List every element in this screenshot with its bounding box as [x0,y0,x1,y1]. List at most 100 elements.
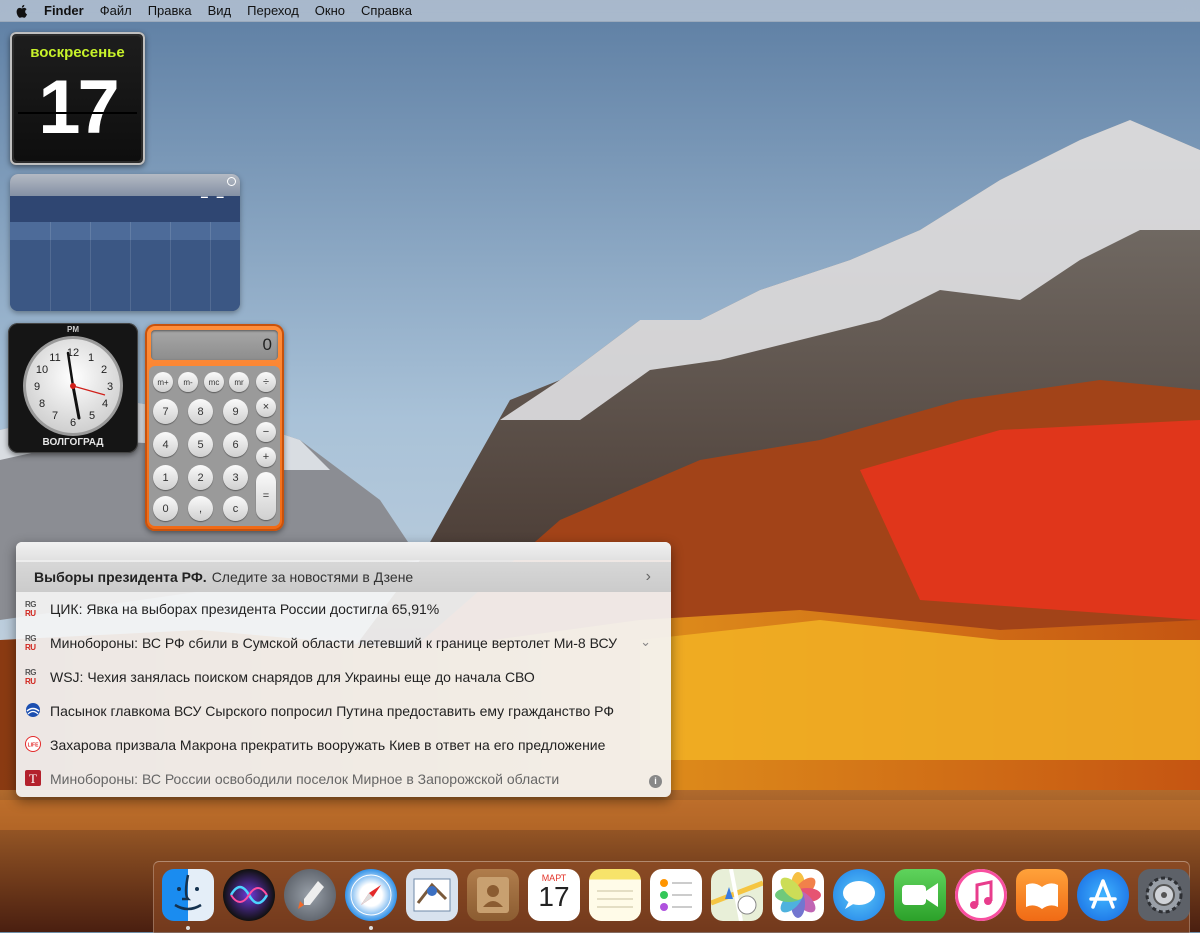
calc-key-multiply[interactable]: × [256,397,276,417]
running-indicator [186,926,190,930]
apple-menu-icon[interactable] [14,3,30,19]
finder-icon[interactable] [162,869,214,921]
clock-numeral: 10 [36,364,48,376]
menu-file[interactable]: Файл [92,0,140,21]
calc-key-8[interactable]: 8 [188,399,213,424]
weather-column-divider [90,222,91,311]
calendar-widget[interactable]: воскресенье 17 [10,32,145,165]
notes-icon[interactable] [589,869,641,921]
clock-numeral: 4 [102,398,108,410]
news-header-title: Выборы президента РФ. [34,569,207,585]
weather-column-divider [210,222,211,311]
siri-icon[interactable] [223,869,275,921]
chevron-right-icon[interactable]: › [646,568,651,586]
calendar-day-of-week: воскресенье [30,44,125,61]
calc-key-5[interactable]: 5 [188,432,213,457]
menu-help[interactable]: Справка [353,0,420,21]
messages-icon[interactable] [833,869,885,921]
calc-key-4[interactable]: 4 [153,432,178,457]
calc-key-mc[interactable]: mc [204,372,224,392]
calculator-display: 0 [151,330,278,360]
globe-icon [25,702,41,720]
rg-icon: RG RU [25,600,37,618]
calc-key-plus[interactable]: + [256,447,276,467]
news-item[interactable]: T Минобороны: ВС России освободили посел… [16,762,671,796]
weather-temperature: – – [200,188,226,204]
system-preferences-icon[interactable] [1138,869,1190,921]
calc-key-2[interactable]: 2 [188,465,213,490]
news-item[interactable]: RG RU Минобороны: ВС РФ сбили в Сумской о… [16,626,671,660]
clock-numeral: 9 [34,381,40,393]
calculator-keypad: m+ m- mc mr ÷ 7 8 9 × 4 5 6 − 1 2 3 + 0 … [149,366,280,526]
info-icon[interactable]: i [649,775,662,788]
calc-key-mr[interactable]: mr [229,372,249,392]
weather-column-divider [170,222,171,311]
dock-calendar-day: 17 [538,881,570,912]
calc-key-9[interactable]: 9 [223,399,248,424]
weather-widget[interactable]: – – [10,174,240,311]
chevron-down-icon[interactable]: ⌄ [640,634,651,650]
weather-info-icon[interactable] [227,177,236,186]
news-topbar [16,542,671,560]
calc-key-minus[interactable]: − [256,422,276,442]
calc-key-1[interactable]: 1 [153,465,178,490]
clock-numeral: 8 [39,398,45,410]
calc-key-3[interactable]: 3 [223,465,248,490]
calendar-fold-line [18,112,137,114]
contacts-icon[interactable] [467,869,519,921]
reminders-icon[interactable] [650,869,702,921]
calculator-widget[interactable]: 0 m+ m- mc mr ÷ 7 8 9 × 4 5 6 − 1 2 3 + … [145,324,284,531]
news-item[interactable]: RG RU ЦИК: Явка на выборах президента Рос… [16,592,671,626]
clock-widget[interactable]: PM 12 1 2 3 4 5 6 7 8 9 10 11 ВОЛГОГРАД [8,323,138,453]
calc-key-6[interactable]: 6 [223,432,248,457]
dock: МАРТ 17 [153,861,1190,933]
menu-edit[interactable]: Правка [140,0,200,21]
weather-band [10,222,240,240]
news-item-title: Пасынок главкома ВСУ Сырского попросил П… [50,703,614,719]
clock-numeral: 5 [89,410,95,422]
calculator-display-value: 0 [262,335,272,354]
t-icon: T [25,770,41,788]
news-widget: Выборы президента РФ. Следите за новостя… [16,542,671,797]
news-item-title: WSJ: Чехия занялась поиском снарядов для… [50,669,535,685]
calc-key-comma[interactable]: , [188,496,213,521]
calc-key-clear[interactable]: c [223,496,248,521]
app-store-icon[interactable] [1077,869,1129,921]
calc-key-0[interactable]: 0 [153,496,178,521]
weather-column-divider [130,222,131,311]
calc-key-equals[interactable]: = [256,472,276,520]
menu-go[interactable]: Переход [239,0,307,21]
news-item-title: Минобороны: ВС РФ сбили в Сумской област… [50,635,618,651]
calc-key-mminus[interactable]: m- [178,372,198,392]
photos-icon[interactable] [772,869,824,921]
news-item-title: Минобороны: ВС России освободили поселок… [50,771,560,787]
calendar-app-icon[interactable]: МАРТ 17 [528,869,580,921]
rg-icon: RG RU [25,668,37,686]
ibooks-icon[interactable] [1016,869,1068,921]
mail-icon[interactable] [406,869,458,921]
news-item[interactable]: Пасынок главкома ВСУ Сырского попросил П… [16,694,671,728]
calendar-face: воскресенье 17 [14,36,141,161]
launchpad-icon[interactable] [284,869,336,921]
calc-key-mplus[interactable]: m+ [153,372,173,392]
calc-key-divide[interactable]: ÷ [256,372,276,392]
clock-numeral: 11 [49,352,60,364]
itunes-icon[interactable] [955,869,1007,921]
clock-city: ВОЛГОГРАД [42,437,104,448]
menu-window[interactable]: Окно [307,0,353,21]
menu-app-finder[interactable]: Finder [40,0,92,21]
calendar-day-number: 17 [38,65,120,150]
calc-key-7[interactable]: 7 [153,399,178,424]
clock-numeral: 1 [88,352,94,364]
svg-text:LIFE: LIFE [28,743,39,749]
running-indicator [369,926,373,930]
news-item[interactable]: RG RU WSJ: Чехия занялась поиском снарядо… [16,660,671,694]
clock-face: 12 1 2 3 4 5 6 7 8 9 10 11 [23,336,123,436]
maps-icon[interactable] [711,869,763,921]
news-item[interactable]: LIFE Захарова призвала Макрона прекратит… [16,728,671,762]
news-header[interactable]: Выборы президента РФ. Следите за новостя… [16,562,671,592]
safari-icon[interactable] [345,869,397,921]
menu-view[interactable]: Вид [200,0,240,21]
rg-icon: RG RU [25,634,37,652]
facetime-icon[interactable] [894,869,946,921]
